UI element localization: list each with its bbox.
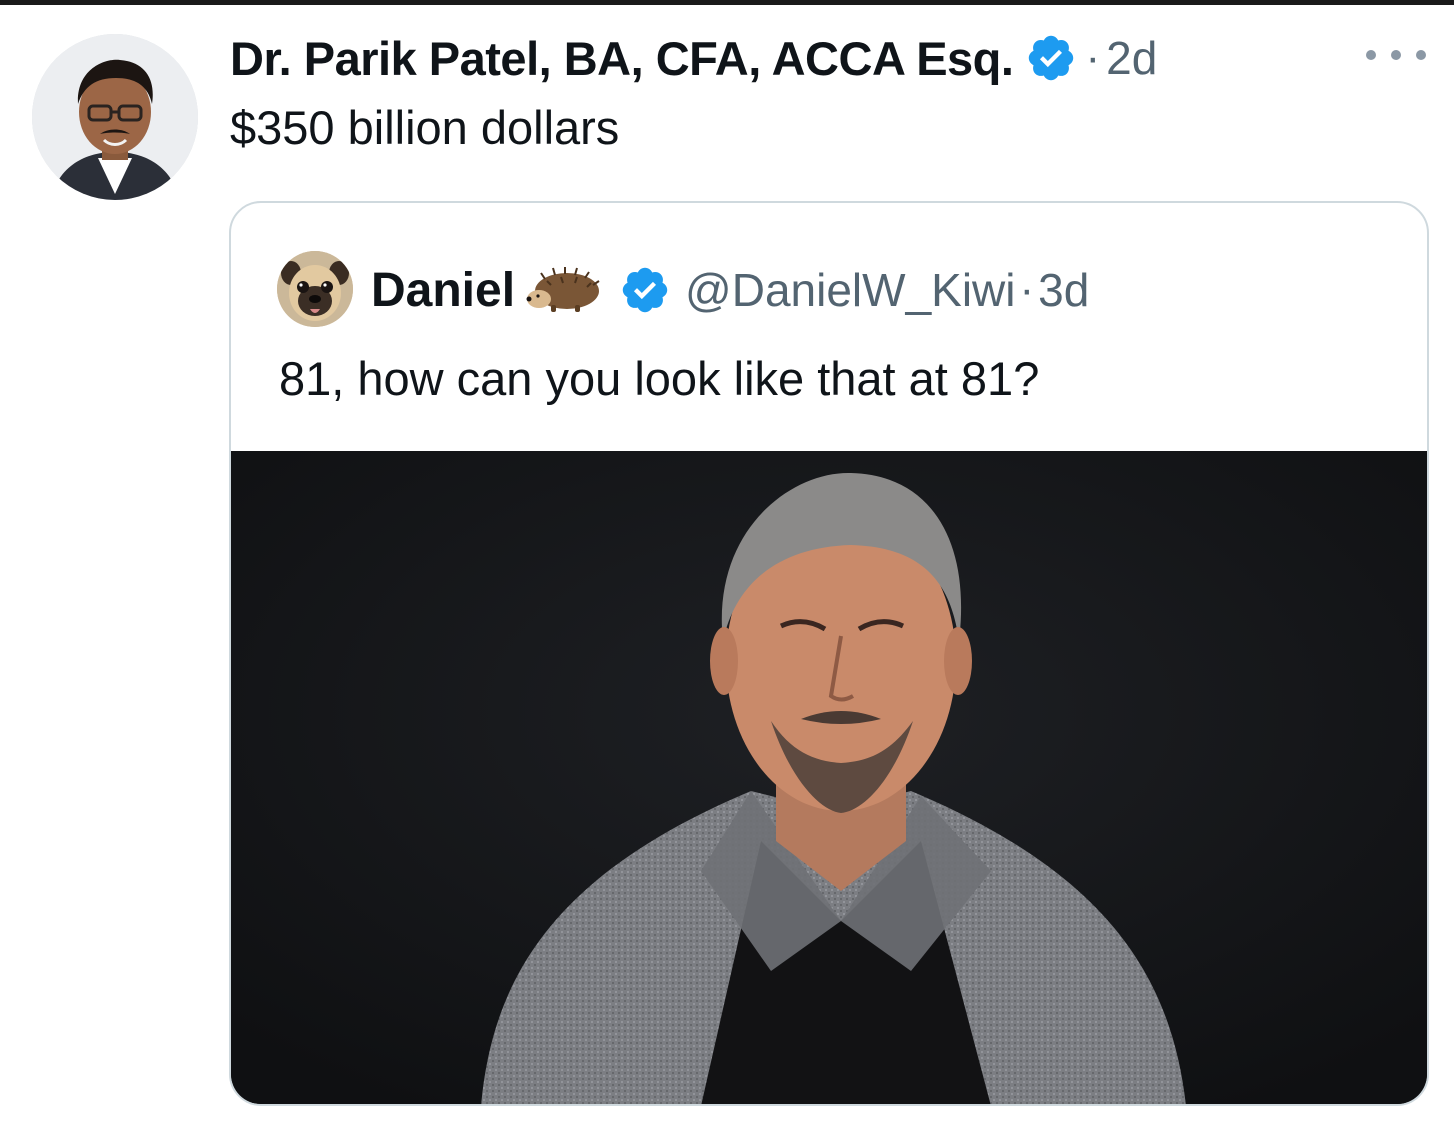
header-separator: ·	[1085, 33, 1101, 82]
quoted-tweet-media[interactable]	[231, 451, 1427, 1104]
verified-badge-icon[interactable]	[1025, 32, 1077, 84]
quoted-author-name[interactable]: Daniel	[371, 263, 515, 318]
quoted-tweet-timestamp[interactable]: 3d	[1038, 263, 1089, 317]
quoted-tweet-header: Daniel @DanielW_Kiwi · 3d	[371, 255, 1089, 325]
more-options-icon[interactable]	[1366, 40, 1426, 70]
tweet[interactable]: Dr. Parik Patel, BA, CFA, ACCA Esq. · 2d…	[0, 0, 1454, 1136]
more-dot	[1366, 50, 1376, 60]
profile-photo-avatar-icon	[32, 34, 198, 200]
verified-badge-icon[interactable]	[619, 264, 671, 316]
author-avatar[interactable]	[32, 34, 198, 200]
quoted-author-avatar[interactable]	[277, 251, 353, 327]
more-dot	[1391, 50, 1401, 60]
pug-avatar-icon	[277, 251, 353, 327]
tweet-header: Dr. Parik Patel, BA, CFA, ACCA Esq. · 2d	[230, 28, 1157, 88]
quoted-header-separator: ·	[1019, 265, 1035, 314]
hedgehog-emoji-icon	[526, 267, 600, 312]
author-name[interactable]: Dr. Parik Patel, BA, CFA, ACCA Esq.	[230, 31, 1014, 86]
more-dot	[1416, 50, 1426, 60]
quoted-tweet-text: 81, how can you look like that at 81?	[279, 352, 1040, 405]
quoted-author-handle[interactable]: @DanielW_Kiwi	[685, 263, 1015, 317]
tweet-timestamp[interactable]: 2d	[1106, 31, 1157, 85]
tweet-text: $350 billion dollars	[230, 101, 620, 154]
quoted-tweet[interactable]: Daniel @DanielW_Kiwi · 3d 81, how can yo…	[229, 201, 1429, 1106]
photo-of-older-man-in-grey-blazer-icon	[231, 451, 1427, 1104]
